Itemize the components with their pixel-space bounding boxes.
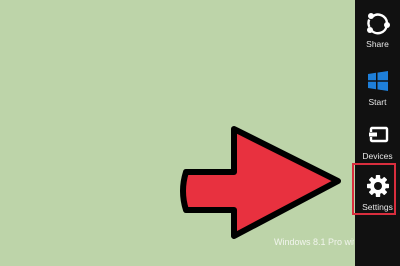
- gear-icon: [366, 175, 389, 197]
- charm-devices-label: Devices: [362, 151, 393, 161]
- devices-icon: [368, 126, 388, 143]
- charm-share-label: Share: [366, 39, 389, 49]
- charm-share[interactable]: Share: [355, 0, 400, 52]
- charm-start[interactable]: Start: [355, 58, 400, 110]
- red-arrow-annotation: [180, 126, 341, 239]
- charm-settings[interactable]: Settings: [355, 163, 400, 215]
- charm-devices[interactable]: Devices: [355, 112, 400, 164]
- charm-start-label: Start: [368, 97, 387, 107]
- charms-bar: Share Start Devices Settings: [355, 0, 400, 266]
- charm-settings-label: Settings: [362, 202, 393, 212]
- share-icon: [366, 13, 390, 35]
- windows-logo-icon: [367, 71, 388, 91]
